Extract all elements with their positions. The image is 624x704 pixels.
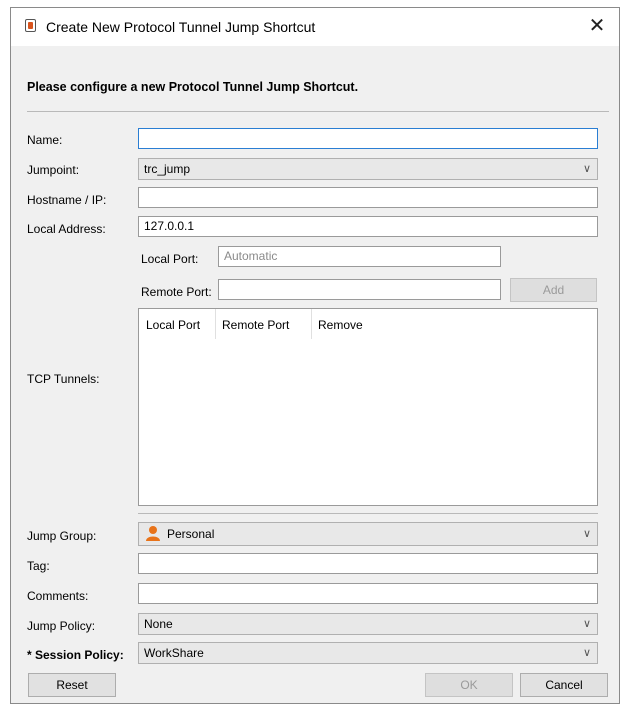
person-icon (146, 526, 160, 541)
local-address-label: Local Address: (27, 222, 106, 236)
ok-button[interactable]: OK (425, 673, 513, 697)
comments-field[interactable] (138, 583, 598, 604)
app-icon (25, 19, 36, 32)
tag-label: Tag: (27, 559, 50, 573)
jumpoint-label: Jumpoint: (27, 163, 80, 177)
section-divider (138, 513, 598, 514)
local-address-field[interactable]: 127.0.0.1 (138, 216, 598, 237)
chevron-down-icon: ∨ (582, 618, 591, 630)
tag-field[interactable] (138, 553, 598, 574)
jump-policy-value: None (144, 617, 173, 631)
name-field[interactable] (138, 128, 598, 149)
column-header-remote-port[interactable]: Remote Port (222, 318, 289, 332)
session-policy-label: * Session Policy: (27, 648, 124, 662)
tcp-tunnels-label: TCP Tunnels: (27, 372, 100, 386)
hostname-label: Hostname / IP: (27, 193, 107, 207)
local-port-placeholder: Automatic (224, 249, 278, 263)
name-label: Name: (27, 133, 63, 147)
window-title: Create New Protocol Tunnel Jump Shortcut (46, 19, 316, 35)
column-header-remove[interactable]: Remove (318, 318, 363, 332)
remote-port-field[interactable] (218, 279, 501, 300)
jump-policy-select[interactable]: None ∨ (138, 613, 598, 635)
add-button[interactable]: Add (510, 278, 597, 302)
header-divider (27, 111, 609, 112)
column-divider (311, 309, 312, 339)
column-divider (215, 309, 216, 339)
local-port-label: Local Port: (141, 252, 199, 266)
jump-policy-label: Jump Policy: (27, 619, 96, 633)
cancel-button[interactable]: Cancel (520, 673, 608, 697)
tcp-tunnels-table[interactable]: Local Port Remote Port Remove (138, 308, 598, 506)
dialog-window: Create New Protocol Tunnel Jump Shortcut… (10, 7, 620, 704)
hostname-field[interactable] (138, 187, 598, 208)
comments-label: Comments: (27, 589, 89, 603)
jumpoint-select[interactable]: trc_jump ∨ (138, 158, 598, 180)
close-icon[interactable]: ✕ (585, 14, 609, 38)
dialog-heading: Please configure a new Protocol Tunnel J… (27, 80, 359, 94)
session-policy-select[interactable]: WorkShare ∨ (138, 642, 598, 664)
chevron-down-icon: ∨ (582, 647, 591, 659)
local-port-field[interactable]: Automatic (218, 246, 501, 267)
title-bar: Create New Protocol Tunnel Jump Shortcut… (11, 8, 619, 46)
remote-port-label: Remote Port: (141, 285, 212, 299)
column-header-local-port[interactable]: Local Port (146, 318, 200, 332)
reset-button[interactable]: Reset (28, 673, 116, 697)
chevron-down-icon: ∨ (582, 163, 591, 175)
session-policy-value: WorkShare (144, 646, 204, 660)
jump-group-label: Jump Group: (27, 529, 97, 543)
chevron-down-icon: ∨ (582, 528, 591, 540)
jump-group-select[interactable]: Personal ∨ (138, 522, 598, 546)
jump-group-value: Personal (167, 527, 215, 541)
jumpoint-value: trc_jump (144, 162, 191, 176)
